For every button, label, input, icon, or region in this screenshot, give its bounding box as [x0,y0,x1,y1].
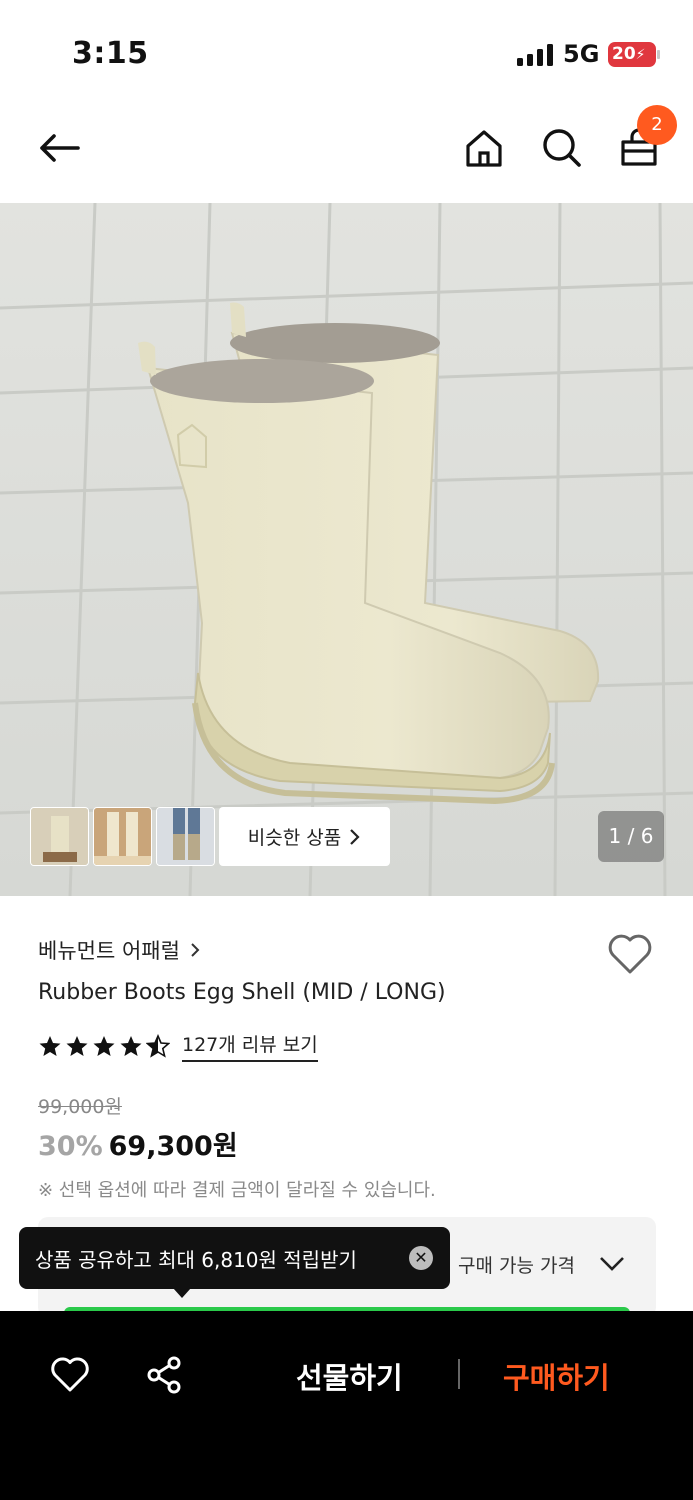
sale-price: 69,300원 [108,1131,238,1162]
divider [458,1359,460,1389]
rating-row: 127개 리뷰 보기 [38,1030,318,1062]
chevron-down-icon [600,1257,624,1271]
battery-level: 20 [612,44,636,64]
similar-products-label: 비슷한 상품 [247,827,342,849]
thumbnail-3[interactable] [156,807,215,866]
star-icon [120,1036,142,1056]
thumbnail-2[interactable] [93,807,152,866]
buy-button[interactable]: 구매하기 [503,1355,610,1397]
sale-price-row: 30% 69,300원 [38,1124,238,1163]
share-icon[interactable] [145,1355,185,1395]
thumbnail-1[interactable] [30,807,89,866]
product-name: Rubber Boots Egg Shell (MID / LONG) [38,980,446,1005]
signal-icon [517,44,555,66]
star-icon [93,1036,115,1056]
purchasable-price-label: 구매 가능 가격 [458,1255,575,1277]
tooltip-text: 상품 공유하고 최대 6,810원 적립받기 [35,1248,357,1272]
heart-icon[interactable] [50,1355,90,1395]
search-icon[interactable] [538,124,586,172]
star-icon [39,1036,61,1056]
back-arrow-icon[interactable] [36,124,84,172]
brand-link[interactable]: 베뉴먼트 어패럴 [38,935,200,965]
product-image[interactable] [0,203,693,896]
cart-count-badge: 2 [637,105,677,145]
top-nav-bar [0,100,693,203]
star-icon [66,1036,88,1056]
boots-photo [0,203,693,896]
brand-name: 베뉴먼트 어패럴 [38,939,180,963]
reviews-link[interactable]: 127개 리뷰 보기 [182,1030,318,1062]
close-icon[interactable]: ✕ [409,1246,433,1270]
battery-icon: 20⚡ [608,42,660,67]
half-star-icon [146,1034,170,1058]
chevron-right-icon [191,943,200,957]
rating-stars [38,1034,170,1058]
image-pager: 1 / 6 [598,811,664,862]
network-type: 5G [563,40,600,68]
price-notice: ※ 선택 옵션에 따라 결제 금액이 달라질 수 있습니다. [38,1180,436,1201]
wishlist-heart-icon[interactable] [606,932,654,976]
home-icon[interactable] [460,124,508,172]
share-reward-tooltip: 상품 공유하고 최대 6,810원 적립받기 ✕ [19,1227,450,1298]
original-price: 99,000원 [38,1096,122,1118]
bottom-action-bar: 선물하기 구매하기 [0,1311,693,1500]
status-time: 3:15 [72,36,149,71]
chevron-right-icon [350,828,360,845]
status-bar: 3:15 5G 20⚡ [0,0,693,100]
discount-rate: 30% [38,1131,103,1162]
similar-products-button[interactable]: 비슷한 상품 [219,807,390,866]
gift-button[interactable]: 선물하기 [296,1355,403,1397]
